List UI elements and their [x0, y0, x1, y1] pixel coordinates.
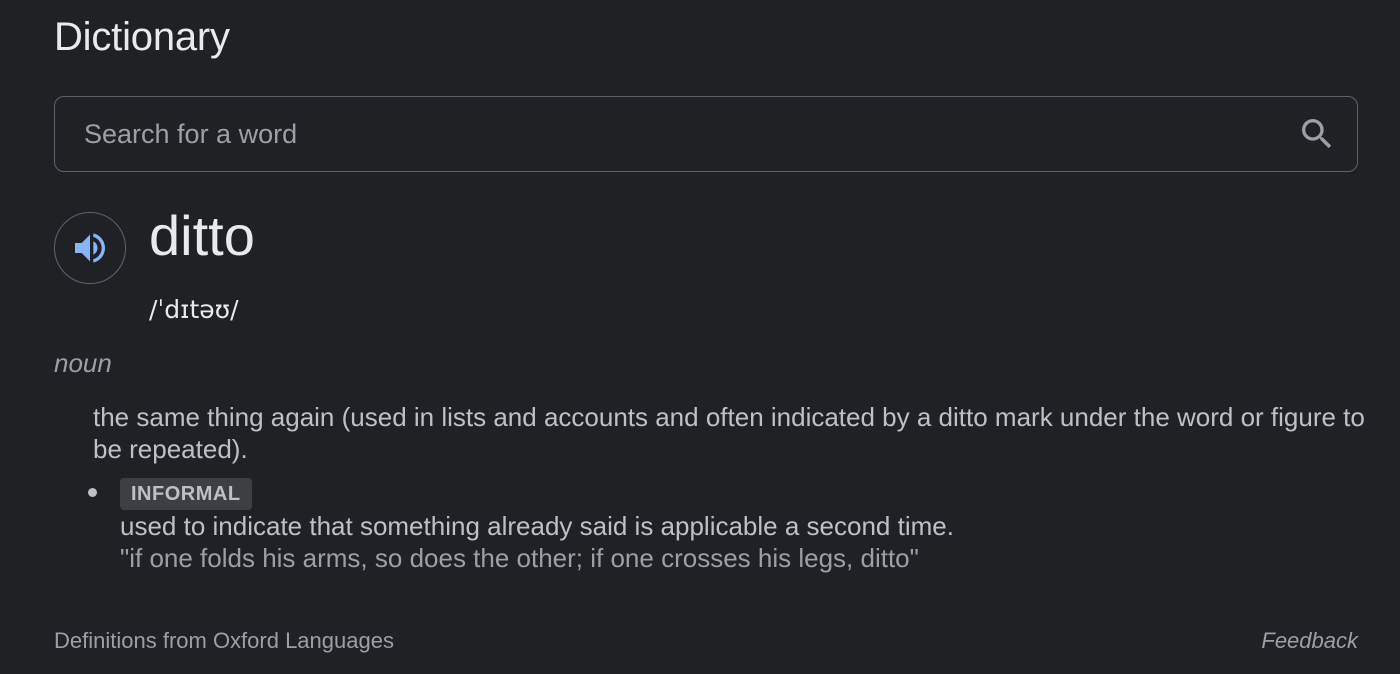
speaker-icon [75, 233, 105, 263]
usage-example: "if one folds his arms, so does the othe… [120, 543, 919, 573]
main-definition: the same thing again (used in lists and … [93, 402, 1365, 464]
dictionary-title: Dictionary [54, 15, 230, 59]
dictionary-card: Dictionary ditto /ˈdɪtəʊ/ noun the same … [0, 0, 1400, 674]
pronunciation-audio-button[interactable] [54, 212, 126, 284]
search-button[interactable] [1277, 97, 1357, 171]
sense-bullet [88, 488, 97, 497]
register-label: INFORMAL [120, 478, 252, 510]
definitions-source: Definitions from Oxford Languages [54, 628, 394, 653]
part-of-speech: noun [54, 348, 112, 378]
sense-definition: used to indicate that something already … [120, 511, 954, 541]
phonetic-transcription: /ˈdɪtəʊ/ [149, 295, 239, 324]
search-input[interactable] [55, 97, 1277, 171]
feedback-link[interactable]: Feedback [1261, 626, 1358, 656]
headword: ditto [149, 204, 255, 267]
search-icon [1302, 119, 1332, 149]
search-box [54, 96, 1358, 172]
